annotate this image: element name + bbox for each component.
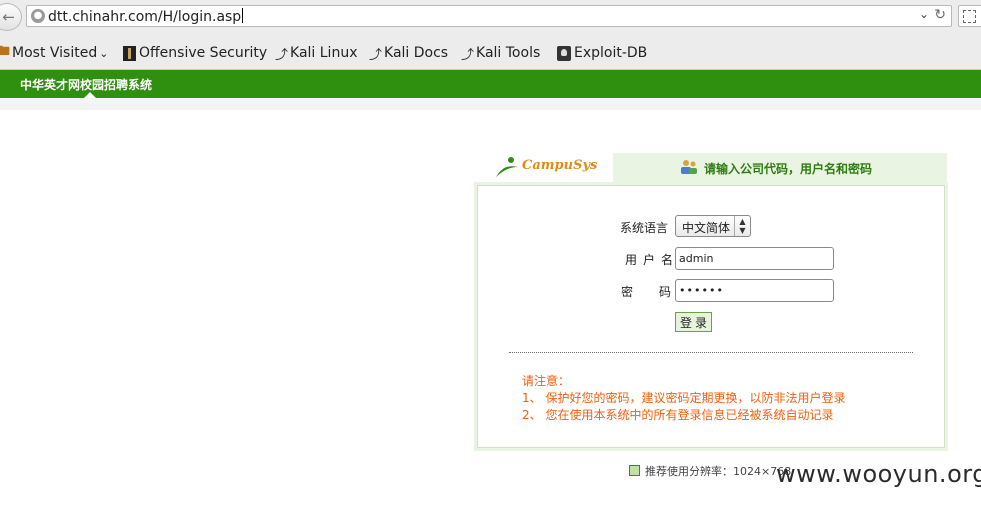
notice-item: 1、 保护好您的密码，建议密码定期更换，以防非法用户登录 <box>522 391 846 405</box>
language-label: 系统语言 <box>620 221 669 235</box>
bookmark-label: Offensive Security <box>139 45 268 61</box>
bookmark-kali-tools[interactable]: ⤴ Kali Tools <box>461 44 541 63</box>
back-arrow-icon: ← <box>2 8 15 26</box>
bookmark-kali-docs[interactable]: ⤴ Kali Docs <box>369 44 449 63</box>
bookmark-label: Most Visited <box>12 45 98 61</box>
header-sub-band <box>0 98 981 110</box>
bookmark-most-visited[interactable]: 🖿 Most Visited ⌄ <box>0 44 108 62</box>
users-icon <box>681 160 697 174</box>
kali-dragon-icon: ⤴ <box>369 47 383 63</box>
watermark: www.wooyun.org <box>776 460 981 488</box>
resolution-text: 推荐使用分辨率：1024×768 <box>645 465 792 478</box>
bookmark-label: Kali Tools <box>476 45 541 61</box>
bookmark-label: Kali Linux <box>290 45 358 61</box>
logo-text: CampuSys <box>522 158 598 173</box>
offsec-icon <box>123 45 136 61</box>
site-title: 中华英才网校园招聘系统 <box>20 78 153 92</box>
campusys-logo-icon <box>496 157 518 177</box>
search-box[interactable] <box>958 5 981 27</box>
search-placeholder-icon <box>963 10 976 23</box>
kali-dragon-icon: ⤴ <box>275 47 289 63</box>
language-select[interactable]: 中文简体 ▲ ▼ <box>675 215 751 237</box>
login-panel: 系统语言 中文简体 ▲▼ 用户名 密码 登录 请注意： 1、 保护好您的密码，建… <box>474 182 948 451</box>
globe-icon: ● <box>31 9 45 23</box>
username-label: 用户名 <box>625 253 680 267</box>
navigation-toolbar: ← ● dtt.chinahr.com/H/login.asp ⌄ ↻ <box>0 0 981 34</box>
notice-item: 2、 您在使用本系统中的所有登录信息已经被系统自动记录 <box>522 408 834 422</box>
divider <box>509 352 913 353</box>
exploitdb-icon <box>557 45 571 61</box>
kali-dragon-icon: ⤴ <box>461 47 475 63</box>
login-heading: 请输入公司代码，用户名和密码 <box>704 162 873 176</box>
folder-icon: 🖿 <box>0 44 11 59</box>
bookmark-offensive-security[interactable]: Offensive Security <box>123 44 267 62</box>
url-bar[interactable]: ● dtt.chinahr.com/H/login.asp ⌄ ↻ <box>26 5 952 27</box>
resolution-note: 推荐使用分辨率：1024×768 <box>629 463 791 479</box>
url-text[interactable]: dtt.chinahr.com/H/login.asp <box>48 8 243 25</box>
reload-icon[interactable]: ↻ <box>934 7 946 23</box>
site-header: 中华英才网校园招聘系统 <box>0 70 981 98</box>
bookmark-label: Exploit-DB <box>574 45 648 61</box>
monitor-icon <box>629 465 640 476</box>
login-button[interactable]: 登录 <box>675 312 712 332</box>
login-panel-header: 请输入公司代码，用户名和密码 <box>613 153 947 182</box>
bookmark-exploit-db[interactable]: Exploit-DB <box>557 44 647 62</box>
notice-title: 请注意： <box>522 374 571 388</box>
bookmarks-toolbar: 🖿 Most Visited ⌄ Offensive Security ⤴ Ka… <box>0 34 981 70</box>
campusys-logo: CampuSys <box>474 153 613 182</box>
chevron-down-icon: ⌄ <box>99 46 109 60</box>
select-arrows-icon: ▲ ▼ <box>734 216 750 236</box>
chevron-down-icon[interactable]: ⌄ <box>919 7 929 21</box>
back-button[interactable]: ← <box>0 3 22 31</box>
password-input[interactable] <box>675 279 834 302</box>
bookmark-kali-linux[interactable]: ⤴ Kali Linux <box>275 44 358 63</box>
language-selected-value: 中文简体 <box>682 221 731 235</box>
username-input[interactable] <box>675 247 834 270</box>
bookmark-label: Kali Docs <box>384 45 449 61</box>
login-form: 系统语言 中文简体 ▲▼ 用户名 密码 登录 请注意： 1、 保护好您的密码，建… <box>477 185 945 448</box>
